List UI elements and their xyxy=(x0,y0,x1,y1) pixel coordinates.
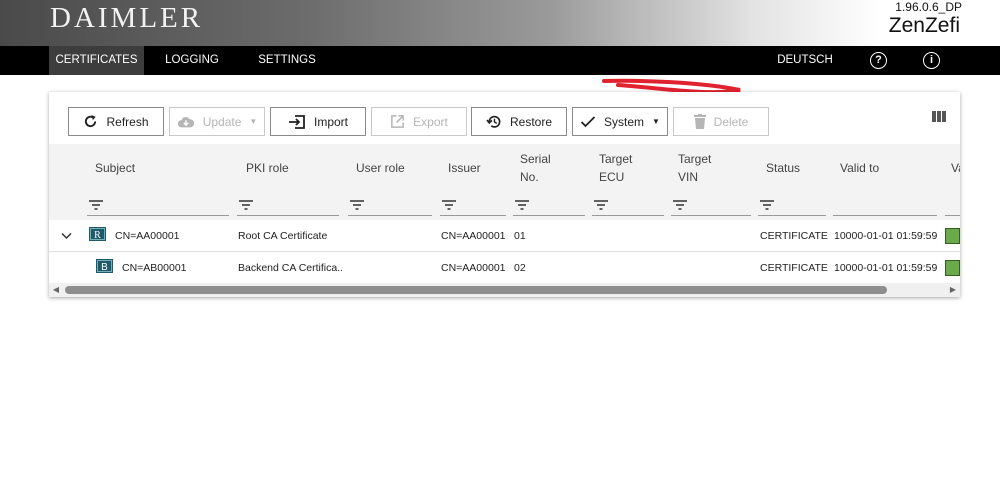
tab-logging[interactable]: LOGGING xyxy=(152,46,232,75)
filter-icon xyxy=(515,200,529,210)
update-dropdown-icon: ▼ xyxy=(249,117,258,126)
info-circle-icon[interactable]: i xyxy=(923,52,940,69)
columns-icon[interactable] xyxy=(932,111,946,122)
question-circle-icon[interactable]: ? xyxy=(870,52,887,69)
col-valid-to[interactable]: Valid to xyxy=(840,144,879,192)
filter-issuer[interactable] xyxy=(440,194,506,216)
delete-label: Delete xyxy=(713,114,749,129)
system-dropdown[interactable]: System ▼ xyxy=(572,107,668,136)
app-version: 1.96.0.6_DP xyxy=(895,0,962,14)
cell-issuer: CN=AA00001 xyxy=(441,230,506,242)
table-row[interactable]: B CN=AB00001 Backend CA Certifica... CN=… xyxy=(49,252,960,284)
cell-status: CERTIFICATE xyxy=(760,230,828,242)
cell-serial-no: 02 xyxy=(514,262,526,274)
filter-status[interactable] xyxy=(758,194,826,216)
col-valid-cut[interactable]: Va xyxy=(951,144,960,192)
certificates-panel: Refresh Update ▼ Import Export Restore S… xyxy=(49,92,960,297)
scrollbar-thumb[interactable] xyxy=(65,286,887,294)
system-dropdown-icon: ▼ xyxy=(652,117,660,126)
app-header: DAIMLER 1.96.0.6_DP ZenZefi xyxy=(0,0,1000,46)
refresh-icon xyxy=(85,114,97,128)
refresh-label: Refresh xyxy=(106,114,149,129)
cell-valid-to: 10000-01-01 01:59:59 xyxy=(834,230,938,242)
filter-valid-to[interactable] xyxy=(833,194,937,216)
import-label: Import xyxy=(313,114,348,129)
filter-icon xyxy=(239,200,253,210)
table-row[interactable]: R CN=AA00001 Root CA Certificate CN=AA00… xyxy=(49,220,960,252)
delete-button[interactable]: Delete xyxy=(673,107,769,136)
filter-icon xyxy=(673,200,687,210)
scroll-right-icon[interactable]: ▶ xyxy=(946,283,960,297)
filter-target-vin[interactable] xyxy=(671,194,751,216)
import-button[interactable]: Import xyxy=(270,107,366,136)
export-label: Export xyxy=(413,114,448,129)
cloud-download-icon xyxy=(177,116,194,127)
cell-subject: CN=AA00001 xyxy=(115,230,180,242)
col-pki-role[interactable]: PKI role xyxy=(246,144,289,192)
export-icon xyxy=(391,115,405,128)
cell-serial-no: 01 xyxy=(514,230,526,242)
col-issuer[interactable]: Issuer xyxy=(448,144,481,192)
restore-button[interactable]: Restore xyxy=(471,107,567,136)
col-target-vin-line1: Target xyxy=(678,152,712,166)
root-certificate-badge-icon: R xyxy=(89,227,106,241)
update-button[interactable]: Update ▼ xyxy=(169,107,265,136)
col-target-ecu-line2: ECU xyxy=(599,170,625,184)
main-nav: CERTIFICATES LOGGING SETTINGS DEUTSCH ? … xyxy=(0,46,1000,75)
toolbar: Refresh Update ▼ Import Export Restore S… xyxy=(49,92,960,144)
import-icon xyxy=(288,114,305,129)
row-badge-letter: R xyxy=(94,230,101,241)
cell-status: CERTIFICATE xyxy=(760,262,828,274)
tab-certificates[interactable]: CERTIFICATES xyxy=(49,46,144,75)
system-label: System xyxy=(604,114,645,129)
filter-icon xyxy=(89,200,103,210)
col-target-vin-line2: VIN xyxy=(678,170,699,184)
col-serial-line2: No. xyxy=(520,170,539,184)
filter-pki-role[interactable] xyxy=(237,194,339,216)
filter-icon xyxy=(594,200,608,210)
trash-icon xyxy=(693,114,706,129)
restore-icon xyxy=(486,115,501,128)
status-indicator xyxy=(945,228,960,244)
col-target-ecu-line1: Target xyxy=(599,152,633,166)
backend-certificate-badge-icon: B xyxy=(96,259,113,273)
col-user-role[interactable]: User role xyxy=(356,144,405,192)
export-button[interactable]: Export xyxy=(371,107,467,136)
filter-serial-no[interactable] xyxy=(513,194,585,216)
filter-target-ecu[interactable] xyxy=(592,194,664,216)
app-name: ZenZefi xyxy=(888,14,960,37)
cell-pki-role: Backend CA Certifica... xyxy=(238,262,342,274)
col-target-vin[interactable]: Target VIN xyxy=(678,144,711,192)
cell-issuer: CN=AA00001 xyxy=(441,262,506,274)
scroll-left-icon[interactable]: ◀ xyxy=(49,283,63,297)
filter-icon xyxy=(760,200,774,210)
filter-subject[interactable] xyxy=(87,194,229,216)
horizontal-scrollbar[interactable]: ◀ ▶ xyxy=(49,283,960,297)
filter-icon xyxy=(350,200,364,210)
filter-icon xyxy=(442,200,456,210)
language-switch[interactable]: DEUTSCH xyxy=(770,46,840,75)
status-indicator xyxy=(945,260,960,276)
filter-valid-cut[interactable] xyxy=(945,194,960,216)
daimler-logo: DAIMLER xyxy=(50,2,204,34)
cell-pki-role: Root CA Certificate xyxy=(238,230,328,242)
cell-valid-to: 10000-01-01 01:59:59 xyxy=(834,262,938,274)
cell-subject: CN=AB00001 xyxy=(122,262,187,274)
col-serial-line1: Serial xyxy=(520,152,551,166)
col-serial-no[interactable]: Serial No. xyxy=(520,144,551,192)
chevron-down-icon[interactable] xyxy=(61,232,72,240)
filter-user-role[interactable] xyxy=(348,194,432,216)
restore-label: Restore xyxy=(509,114,553,129)
refresh-button[interactable]: Refresh xyxy=(68,107,164,136)
col-subject[interactable]: Subject xyxy=(95,144,135,192)
update-label: Update xyxy=(202,114,242,129)
col-status[interactable]: Status xyxy=(766,144,800,192)
row-badge-letter: B xyxy=(101,262,108,273)
col-target-ecu[interactable]: Target ECU xyxy=(599,144,632,192)
checkmark-icon xyxy=(580,116,596,128)
tab-settings[interactable]: SETTINGS xyxy=(245,46,329,75)
